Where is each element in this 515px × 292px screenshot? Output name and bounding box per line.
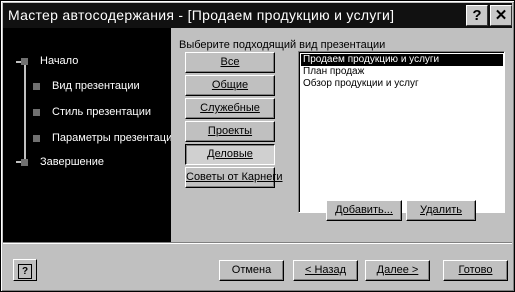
step-node-marker — [33, 109, 40, 116]
category-carnegie-label: Советы от Карнеги — [186, 171, 283, 183]
category-projects-label: Проекты — [207, 125, 253, 137]
category-carnegie-button[interactable]: Советы от Карнеги — [185, 167, 283, 188]
step-start[interactable]: Начало — [40, 55, 78, 67]
window-title: Мастер автосодержания - [Продаем продукц… — [8, 7, 395, 23]
category-all-label: Все — [220, 56, 240, 68]
category-projects-button[interactable]: Проекты — [185, 121, 275, 142]
category-general-button[interactable]: Общие — [185, 75, 275, 96]
back-button[interactable]: < Назад — [293, 260, 358, 281]
add-button-label: Добавить... — [335, 204, 393, 216]
category-corporate-label: Служебные — [200, 102, 260, 114]
presentation-type-panel: Выберите подходящий вид презентации Все … — [171, 28, 512, 242]
category-corporate-button[interactable]: Служебные — [185, 98, 275, 119]
step-node-marker — [33, 83, 40, 90]
next-button-label: Далее > — [376, 264, 419, 276]
autocontent-wizard-window: Мастер автосодержания - [Продаем продукц… — [0, 0, 515, 292]
category-business-label: Деловые — [207, 148, 253, 160]
presentation-list[interactable]: Продаем продукцию и услуги План продаж О… — [298, 51, 505, 213]
add-button[interactable]: Добавить... — [326, 200, 402, 221]
list-item[interactable]: Обзор продукции и услуг — [301, 78, 503, 90]
step-presentation-type[interactable]: Вид презентации — [52, 80, 140, 92]
close-icon: ✕ — [494, 7, 508, 24]
help-icon: ? — [18, 264, 32, 279]
cancel-button[interactable]: Отмена — [219, 260, 284, 281]
steps-connector-line — [24, 60, 26, 162]
step-presentation-style[interactable]: Стиль презентации — [52, 106, 151, 118]
finish-button[interactable]: Готово — [443, 260, 508, 281]
step-node-marker — [21, 159, 28, 166]
close-button[interactable]: ✕ — [490, 5, 512, 26]
question-icon: ? — [472, 7, 482, 24]
title-bar[interactable]: Мастер автосодержания - [Продаем продукц… — [3, 3, 512, 28]
cancel-button-label: Отмена — [231, 264, 272, 276]
list-item[interactable]: Продаем продукцию и услуги — [301, 54, 503, 66]
list-item[interactable]: План продаж — [301, 66, 503, 78]
category-general-label: Общие — [211, 79, 249, 91]
wizard-footer: ? Отмена < Назад Далее > Готово — [3, 244, 512, 289]
prompt-label: Выберите подходящий вид презентации — [179, 39, 386, 51]
office-assistant-button[interactable]: ? — [13, 259, 37, 281]
back-button-label: < Назад — [305, 264, 346, 276]
next-button[interactable]: Далее > — [365, 260, 430, 281]
category-all-button[interactable]: Все — [185, 52, 275, 73]
step-node-marker — [33, 135, 40, 142]
category-business-button[interactable]: Деловые — [185, 144, 275, 165]
delete-button-label: Удалить — [420, 204, 462, 216]
wizard-steps-panel: Начало Вид презентации Стиль презентации… — [3, 28, 178, 242]
step-finish[interactable]: Завершение — [40, 156, 104, 168]
finish-button-label: Готово — [458, 264, 493, 276]
help-button[interactable]: ? — [466, 5, 488, 26]
delete-button[interactable]: Удалить — [406, 200, 476, 221]
step-node-marker — [21, 58, 28, 65]
step-presentation-options[interactable]: Параметры презентации — [52, 132, 178, 144]
